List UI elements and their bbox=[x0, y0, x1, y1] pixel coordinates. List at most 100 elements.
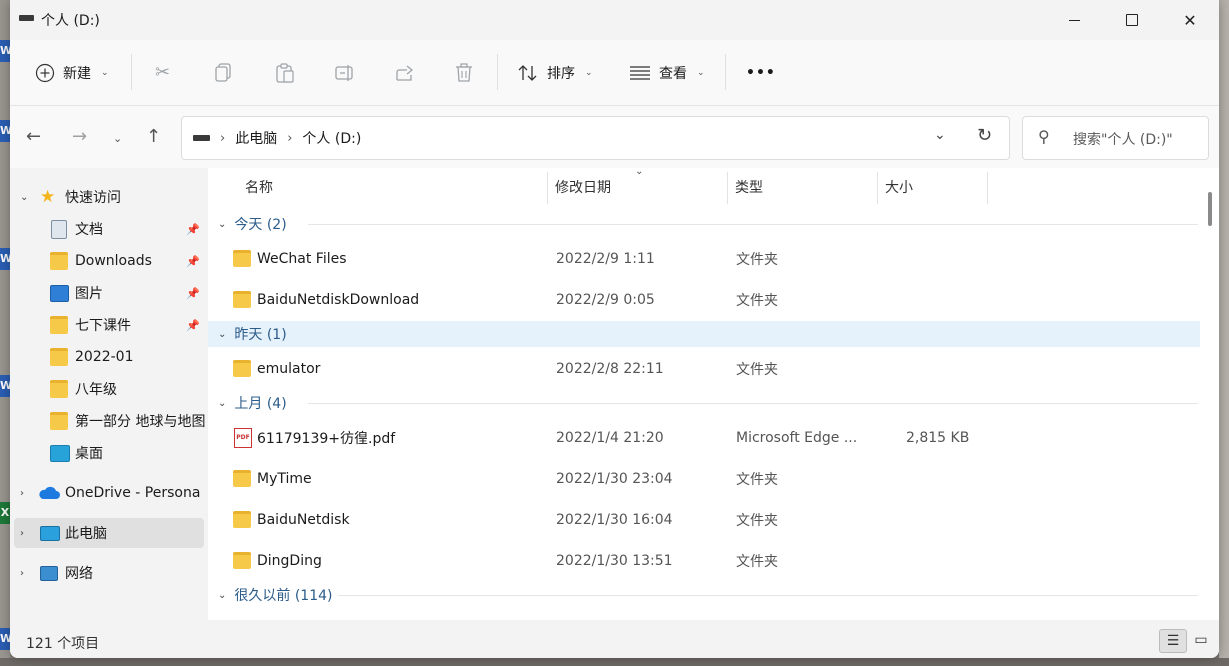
column-divider[interactable] bbox=[727, 172, 728, 204]
vertical-scrollbar[interactable] bbox=[1200, 168, 1218, 620]
pin-icon[interactable]: 📌 bbox=[186, 223, 200, 236]
sidebar-item-pictures[interactable]: 图片 📌 bbox=[10, 278, 208, 308]
group-header-last-month[interactable]: ⌄ 上月 (4) bbox=[218, 390, 1198, 416]
refresh-icon[interactable]: ↻ bbox=[977, 125, 992, 146]
rename-button[interactable] bbox=[335, 40, 357, 105]
file-row[interactable]: emulator 2022/2/8 22:11 文件夹 bbox=[208, 348, 1198, 389]
word-icon: W bbox=[0, 40, 12, 62]
search-box[interactable]: ⚲ 搜索"个人 (D:)" bbox=[1022, 116, 1209, 160]
file-date: 2022/2/9 0:05 bbox=[556, 291, 655, 308]
file-explorer-window: 个人 (D:) ✕ 新建 ⌄ ✂ 排序 ⌄ 查看 ⌄ ••• ← → ⌄ ↑ ›… bbox=[10, 0, 1219, 658]
divider bbox=[725, 54, 726, 90]
paste-button[interactable] bbox=[275, 40, 295, 105]
sidebar-item-desktop[interactable]: 桌面 bbox=[10, 438, 208, 468]
breadcrumb-separator-icon[interactable]: › bbox=[220, 131, 225, 146]
column-divider[interactable] bbox=[877, 172, 878, 204]
chevron-down-icon: ⌄ bbox=[585, 67, 593, 78]
new-button[interactable]: 新建 ⌄ bbox=[35, 40, 109, 105]
column-header-type[interactable]: 类型 bbox=[735, 168, 763, 206]
file-name: DingDing bbox=[257, 552, 322, 569]
address-bar[interactable]: › 此电脑 › 个人 (D:) ⌄ ↻ bbox=[181, 116, 1010, 160]
navigation-row: ← → ⌄ ↑ › 此电脑 › 个人 (D:) ⌄ ↻ ⚲ 搜索"个人 (D:)… bbox=[10, 106, 1219, 168]
file-row[interactable]: DingDing 2022/1/30 13:51 文件夹 bbox=[208, 540, 1198, 581]
group-label: 很久以前 (114) bbox=[234, 588, 333, 604]
expand-chevron-icon[interactable]: › bbox=[20, 528, 24, 539]
sidebar-item-downloads[interactable]: Downloads 📌 bbox=[10, 246, 208, 276]
column-divider[interactable] bbox=[987, 172, 988, 204]
folder-icon bbox=[50, 412, 68, 430]
expand-chevron-icon[interactable]: › bbox=[20, 568, 24, 579]
share-button[interactable] bbox=[395, 40, 415, 105]
recent-locations-chevron-icon[interactable]: ⌄ bbox=[113, 132, 122, 145]
delete-button[interactable] bbox=[455, 40, 473, 105]
sidebar-item-folder[interactable]: 八年级 bbox=[10, 374, 208, 404]
sort-label: 排序 bbox=[547, 65, 575, 82]
sidebar-item-label: 七下课件 bbox=[75, 318, 131, 334]
item-count: 121 个项目 bbox=[26, 636, 100, 652]
view-button[interactable]: 查看 ⌄ bbox=[629, 40, 705, 105]
group-divider bbox=[308, 403, 1198, 404]
expand-chevron-icon[interactable]: › bbox=[20, 488, 24, 499]
file-name: BaiduNetdisk bbox=[257, 511, 350, 528]
group-header-yesterday[interactable]: ⌄ 昨天 (1) bbox=[208, 321, 1200, 347]
details-view-button[interactable]: ☰ bbox=[1159, 629, 1187, 653]
sidebar-item-onedrive[interactable]: › OneDrive - Persona bbox=[10, 478, 208, 508]
sidebar-item-folder[interactable]: 第一部分 地球与地图 bbox=[10, 406, 208, 436]
sort-indicator-icon: ⌄ bbox=[635, 168, 644, 177]
forward-arrow-icon[interactable]: → bbox=[72, 126, 87, 147]
breadcrumb-drive[interactable]: 个人 (D:) bbox=[302, 128, 361, 148]
scrollbar-thumb[interactable] bbox=[1208, 192, 1212, 226]
breadcrumb-separator-icon[interactable]: › bbox=[287, 131, 292, 146]
sidebar-item-folder[interactable]: 七下课件 📌 bbox=[10, 310, 208, 340]
file-row[interactable]: BaiduNetdisk 2022/1/30 16:04 文件夹 bbox=[208, 499, 1198, 540]
file-row[interactable]: MyTime 2022/1/30 23:04 文件夹 bbox=[208, 458, 1198, 499]
pin-icon[interactable]: 📌 bbox=[186, 287, 200, 300]
rename-icon bbox=[335, 64, 353, 81]
back-arrow-icon[interactable]: ← bbox=[26, 126, 41, 147]
pin-icon[interactable]: 📌 bbox=[186, 255, 200, 268]
computer-icon bbox=[40, 525, 60, 541]
cut-button[interactable]: ✂ bbox=[155, 40, 170, 105]
maximize-button[interactable] bbox=[1103, 0, 1161, 40]
view-label: 查看 bbox=[659, 65, 687, 82]
tiles-view-icon: ▭ bbox=[1194, 632, 1208, 648]
sidebar-item-label: 2022-01 bbox=[75, 349, 134, 365]
sidebar-item-documents[interactable]: 文档 📌 bbox=[10, 214, 208, 244]
group-header-today[interactable]: ⌄ 今天 (2) bbox=[218, 211, 1198, 237]
file-type: 文件夹 bbox=[736, 471, 778, 488]
column-header-date[interactable]: 修改日期 bbox=[555, 168, 611, 206]
sidebar-item-quick-access[interactable]: ⌄ ★ 快速访问 bbox=[10, 182, 208, 212]
sidebar-item-this-pc[interactable]: › 此电脑 bbox=[14, 518, 204, 548]
more-options-button[interactable]: ••• bbox=[746, 40, 776, 105]
address-history-chevron-icon[interactable]: ⌄ bbox=[934, 127, 946, 143]
search-placeholder: 搜索"个人 (D:)" bbox=[1073, 132, 1173, 148]
expand-chevron-icon[interactable]: ⌄ bbox=[20, 192, 28, 203]
copy-button[interactable] bbox=[215, 40, 233, 105]
file-row[interactable]: PDF 61179139+彷徨.pdf 2022/1/4 21:20 Micro… bbox=[208, 417, 1198, 458]
divider bbox=[497, 54, 498, 90]
file-size: 2,815 KB bbox=[906, 429, 970, 446]
sidebar-item-folder[interactable]: 2022-01 bbox=[10, 342, 208, 372]
sidebar-item-network[interactable]: › 网络 bbox=[10, 558, 208, 588]
paste-icon bbox=[276, 62, 294, 83]
breadcrumb-this-pc[interactable]: 此电脑 bbox=[235, 128, 277, 148]
column-header-size[interactable]: 大小 bbox=[885, 168, 913, 206]
pin-icon[interactable]: 📌 bbox=[186, 319, 200, 332]
up-arrow-icon[interactable]: ↑ bbox=[146, 126, 161, 147]
file-row[interactable]: WeChat Files 2022/2/9 1:11 文件夹 bbox=[208, 238, 1198, 279]
minimize-button[interactable] bbox=[1045, 0, 1103, 40]
column-header-name[interactable]: 名称 bbox=[245, 168, 273, 206]
column-divider[interactable] bbox=[547, 172, 548, 204]
folder-icon bbox=[233, 250, 251, 267]
tiles-view-button[interactable]: ▭ bbox=[1188, 629, 1214, 651]
network-icon bbox=[40, 565, 58, 581]
file-row[interactable]: BaiduNetdiskDownload 2022/2/9 0:05 文件夹 bbox=[208, 279, 1198, 320]
close-button[interactable]: ✕ bbox=[1161, 0, 1219, 40]
status-bar: 121 个项目 ☰ ▭ bbox=[10, 620, 1219, 658]
group-header-long-ago[interactable]: ⌄ 很久以前 (114) bbox=[218, 582, 1198, 608]
sort-button[interactable]: 排序 ⌄ bbox=[517, 40, 593, 105]
title-bar[interactable]: 个人 (D:) ✕ bbox=[10, 0, 1219, 40]
group-label: 昨天 (1) bbox=[234, 327, 287, 343]
file-date: 2022/1/4 21:20 bbox=[556, 429, 664, 446]
copy-icon bbox=[215, 62, 231, 82]
